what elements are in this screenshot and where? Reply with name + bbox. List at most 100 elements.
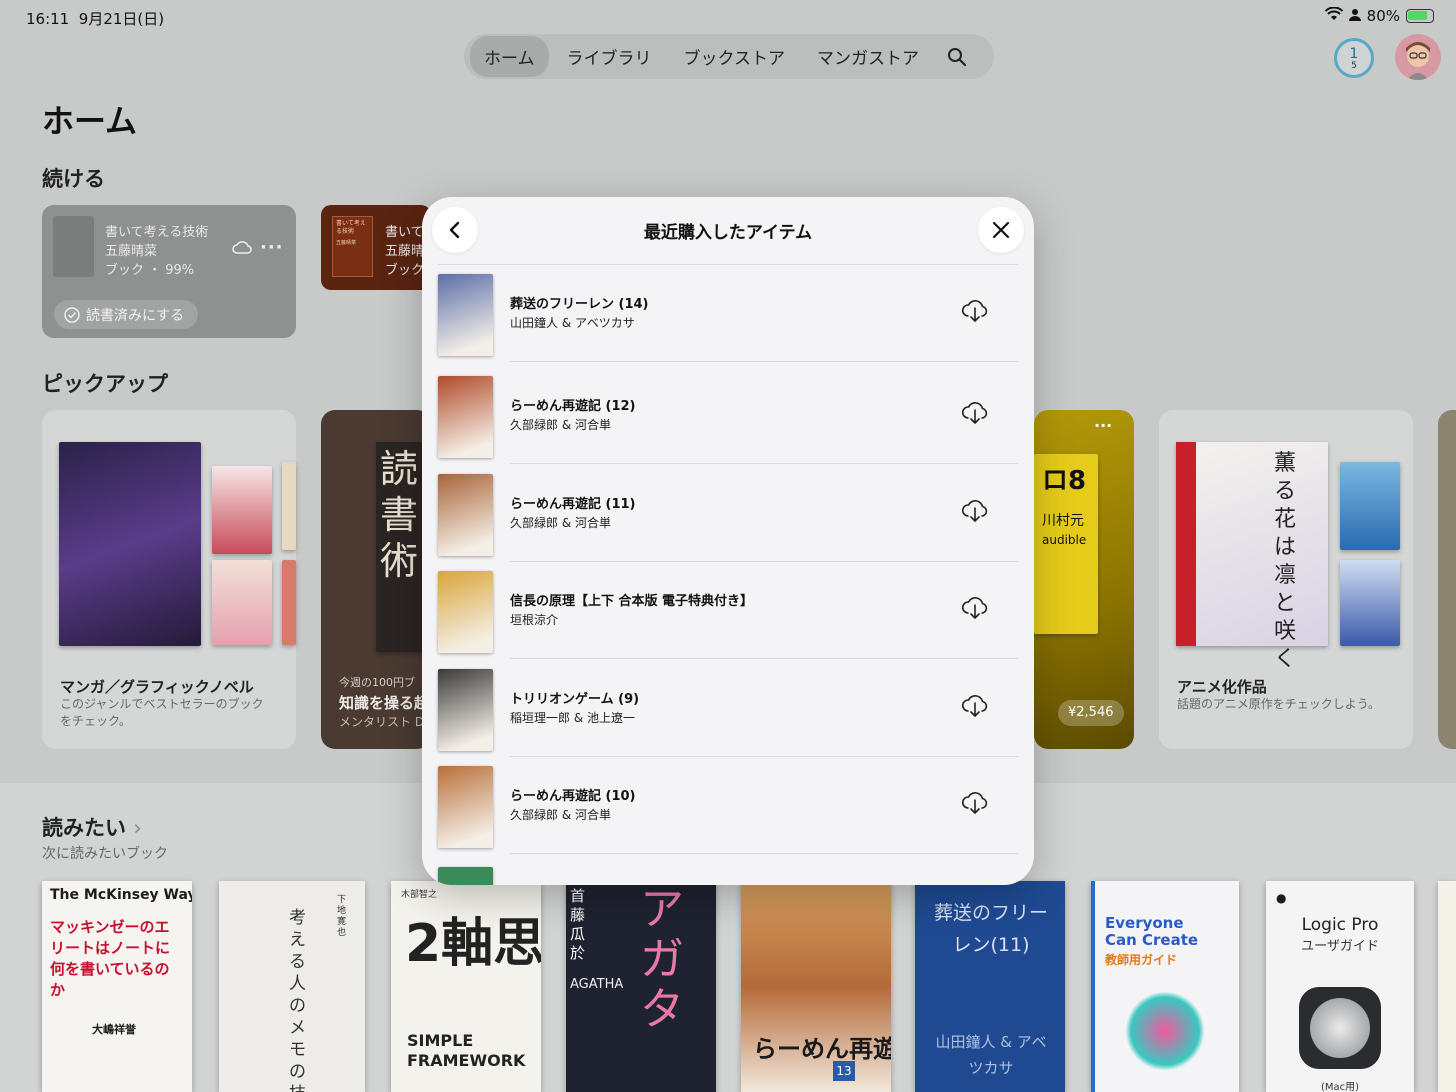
book-cover: ロ8 川村元 audible [1034,454,1098,634]
cloud-download-icon[interactable] [960,592,990,622]
book-cover [438,376,493,458]
modal-title: 最近購入したアイテム [643,223,813,243]
more-icon[interactable]: ··· [260,237,284,258]
pickup-card-manga[interactable]: マンガ／グラフィックノベル このジャンルでベストセラーのブックをチェック。 [42,410,296,749]
item-author: 久部緑郎 & 河合単 [510,418,611,432]
status-time: 16:11 9月21日(日) [26,10,165,28]
divider [510,658,1018,659]
person-icon [1348,7,1361,25]
shelf-book[interactable]: 葬送のフリーレン(11) 山田鐘人 & アベツカサ [915,881,1065,1092]
shelf-book[interactable]: 木部智之 2軸思考 SIMPLE FRAMEWORK [391,881,541,1092]
mark-as-read-button[interactable]: 読書済みにする [54,300,199,329]
book-cover [282,560,296,645]
book-cover [438,669,493,751]
item-author: 久部緑郎 & 河合単 [510,516,611,530]
want-to-read-subtitle: 次に読みたいブック [42,846,168,862]
pickup-card-partial[interactable] [1438,410,1456,749]
item-author: 山田鐘人 & アベツカサ [510,316,635,330]
tab-bookstore[interactable]: ブックストア [670,36,800,77]
want-to-read-title[interactable]: 読みたい › [42,812,142,842]
pickup-section-title: ピックアップ [42,372,168,396]
cloud-download-icon[interactable] [960,495,990,525]
list-item[interactable]: トリリオンゲーム (9) 稲垣理一郎 & 池上遼一 [438,660,1018,757]
logic-pro-icon [1299,987,1381,1069]
shelf-book[interactable]: Everyone Can Create 教師用ガイド [1091,881,1239,1092]
cloud-download-icon[interactable] [960,690,990,720]
list-item[interactable]: 信長の原理【上下 合本版 電子特典付き】 垣根涼介 [438,562,1018,659]
cloud-download-icon[interactable] [960,397,990,427]
search-icon[interactable] [939,39,975,75]
continue-card-2[interactable]: 書いて考える技術 五藤晴菜 書いて 五藤晴 ブック [321,205,431,290]
list-item[interactable]: らーめん再遊記 (11) 久部緑郎 & 河合単 [438,465,1018,562]
list-item[interactable]: らーめん再遊記 (12) 久部緑郎 & 河合単 [438,367,1018,464]
pickup-desc: メンタリスト D [339,715,425,729]
cloud-icon[interactable] [232,239,252,258]
tab-home[interactable]: ホーム [470,36,549,77]
book-author: 五藤晴菜 [105,244,158,259]
artwork [1125,991,1205,1071]
item-author: 久部緑郎 & 河合単 [510,808,611,822]
status-indicators: 80% [1324,6,1434,25]
divider [510,463,1018,464]
item-author: 稲垣理一郎 & 池上遼一 [510,711,635,725]
avatar[interactable] [1395,34,1441,80]
shelf-book[interactable]: 考える人のメモの技術 下地寛也 [219,881,365,1092]
shelf-book-partial[interactable] [1438,881,1456,1092]
checkmark-circle-icon [64,306,80,323]
book-cover [212,560,272,645]
pickup-name: アニメ化作品 [1177,678,1267,696]
book-cover [282,462,296,550]
cloud-download-icon[interactable] [960,787,990,817]
close-icon [992,221,1010,239]
book-cover [438,766,493,848]
item-author: 垣根涼介 [510,613,559,627]
page-title: ホーム [42,102,138,140]
book-author: 五藤晴 [385,244,425,259]
pickup-desc: このジャンルでベストセラーのブックをチェック。 [60,697,264,728]
book-cover [438,867,493,885]
item-title: らーめん再遊記 (12) [510,399,636,414]
shelf-book[interactable]: らーめん再遊記 13 [741,881,891,1092]
continue-card[interactable]: 書いて考える技術 五藤晴菜 ブック ・ 99% ··· 読書済みにする [42,205,296,338]
battery-percent: 80% [1366,7,1400,25]
list-item[interactable]: 葬送のフリーレン (14) 山田鐘人 & アベツカサ [438,265,1018,362]
book-cover [1340,462,1400,550]
battery-icon [1406,9,1434,23]
close-button[interactable] [978,207,1024,253]
shelf-book[interactable]: ● Logic Pro ユーザガイド (Mac用) [1266,881,1414,1092]
divider [510,361,1018,362]
reading-goal-ring[interactable]: 1 5 [1334,38,1374,78]
pickup-name: 知識を操る超 [339,694,430,712]
divider [510,853,1018,854]
tab-mangastore[interactable]: マンガストア [803,36,933,77]
book-progress: ブック [385,263,425,278]
list-item[interactable]: らーめん再遊記 (10) 久部緑郎 & 河合単 [438,757,1018,854]
shelf-book[interactable]: The McKinsey Way マッキンゼーのエリートはノートに何を書いている… [42,881,192,1092]
pickup-name: マンガ／グラフィックノベル [60,678,254,696]
pickup-card-anime[interactable]: 薫る花は凛と咲く アニメ化作品 話題のアニメ原作をチェックしよう。 [1159,410,1413,749]
cloud-download-icon[interactable] [960,295,990,325]
book-cover: 書いて考える技術 五藤晴菜 [332,216,373,277]
pickup-desc: 話題のアニメ原作をチェックしよう。 [1177,697,1381,711]
book-title: 書いて [385,225,424,240]
pickup-tag: 今週の100円ブ [339,676,415,689]
book-cover [1340,560,1400,646]
pickup-card-audiobook[interactable]: ··· ロ8 川村元 audible ¥2,546 [1034,410,1134,749]
pickup-card-100yen[interactable]: 読書術 今週の100円ブ 知識を操る超 メンタリスト D [321,410,431,749]
chevron-right-icon: › [133,816,142,840]
tab-library[interactable]: ライブラリ [553,36,666,77]
book-progress: ブック ・ 99% [105,263,195,278]
item-title: トリリオンゲーム (9) [510,692,640,707]
item-title: 信長の原理【上下 合本版 電子特典付き】 [510,594,754,609]
book-cover [438,274,493,356]
book-cover [212,466,272,554]
book-cover [53,216,94,277]
more-icon[interactable]: ··· [1094,416,1112,435]
list-item-partial[interactable] [438,855,1018,885]
book-cover [438,474,493,556]
book-title: 書いて考える技術 [105,225,209,240]
shelf-book[interactable]: 首藤瓜於 アガタ AGATHA [566,881,716,1092]
price-badge[interactable]: ¥2,546 [1058,700,1124,726]
book-cover: 薫る花は凛と咲く [1176,442,1328,672]
item-title: らーめん再遊記 (10) [510,789,636,804]
